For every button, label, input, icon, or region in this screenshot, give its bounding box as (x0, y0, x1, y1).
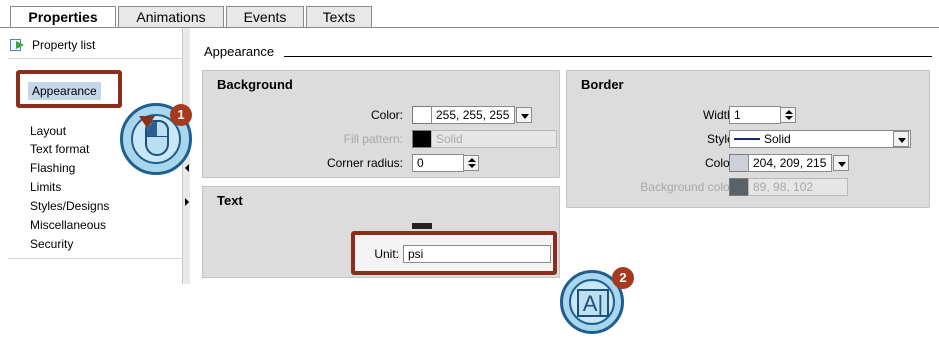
nav-item-security[interactable]: Security (30, 237, 73, 251)
step-1-badge: 1 (170, 104, 192, 126)
text-title: Text (217, 193, 243, 208)
property-list-icon (10, 38, 26, 52)
nav-item-layout[interactable]: Layout (30, 124, 66, 138)
border-width-spinner-icon[interactable] (780, 107, 796, 123)
border-title: Border (581, 77, 624, 92)
tab-animations[interactable]: Animations (118, 6, 224, 28)
properties-content: Appearance Background Color: 255, 255, 2… (192, 28, 939, 284)
collapse-left-icon[interactable] (185, 164, 189, 172)
border-bg-color-label: Background color: (640, 180, 737, 194)
nav-item-flashing[interactable]: Flashing (30, 161, 75, 175)
step-2-badge: 2 (612, 267, 634, 289)
expand-right-icon[interactable] (185, 198, 189, 206)
section-title: Appearance (204, 44, 275, 59)
border-bg-color-swatch (729, 178, 749, 196)
tab-texts[interactable]: Texts (306, 6, 372, 28)
fill-pattern-label: Fill pattern: (343, 132, 403, 146)
border-group: Border Width: 1 Style: Solid Color: 204,… (566, 70, 930, 208)
bg-color-swatch[interactable] (412, 106, 432, 124)
solid-line-sample (734, 138, 760, 140)
border-width-label: Width: (702, 108, 737, 122)
background-title: Background (217, 77, 293, 92)
corner-radius-label: Corner radius: (326, 156, 403, 170)
divider (8, 58, 184, 59)
unit-highlight-frame: Unit: psi (351, 231, 557, 275)
unit-field[interactable]: psi (403, 245, 551, 263)
border-color-field[interactable]: 204, 209, 215 (748, 154, 832, 172)
text-color-swatch (412, 223, 432, 229)
divider (8, 258, 184, 259)
background-group: Background Color: 255, 255, 255 Fill pat… (202, 70, 560, 178)
tab-events[interactable]: Events (226, 6, 304, 28)
tab-properties[interactable]: Properties (10, 6, 116, 29)
nav-item-limits[interactable]: Limits (30, 180, 61, 194)
border-style-dropdown-icon[interactable] (893, 131, 909, 147)
nav-item-text-format[interactable]: Text format (30, 142, 89, 156)
fill-pattern-field: Solid (431, 130, 557, 148)
nav-item-styles-designs[interactable]: Styles/Designs (30, 199, 109, 213)
border-color-swatch[interactable] (729, 154, 749, 172)
corner-radius-spinner-icon[interactable] (463, 155, 479, 171)
appearance-highlight-frame (16, 70, 122, 108)
property-list-link[interactable]: Property list (10, 38, 95, 52)
border-color-label: Color: (704, 156, 737, 170)
section-rule (284, 56, 932, 57)
border-color-dropdown-icon[interactable] (833, 155, 849, 171)
pointer-arrow-icon (139, 116, 155, 128)
bg-color-label: Color: (370, 108, 403, 122)
text-entry-icon: A| (577, 289, 609, 317)
border-width-field[interactable]: 1 (729, 106, 781, 124)
border-bg-color-field: 89, 98, 102 (748, 178, 848, 196)
bg-color-field[interactable]: 255, 255, 255 (431, 106, 515, 124)
nav-item-miscellaneous[interactable]: Miscellaneous (30, 218, 106, 232)
fill-pattern-swatch (412, 130, 432, 148)
bg-color-dropdown-icon[interactable] (516, 107, 532, 123)
border-style-label: Style: (706, 132, 737, 146)
property-list-label: Property list (32, 38, 96, 52)
unit-label: Unit: (374, 247, 399, 261)
corner-radius-field[interactable]: 0 (412, 154, 464, 172)
